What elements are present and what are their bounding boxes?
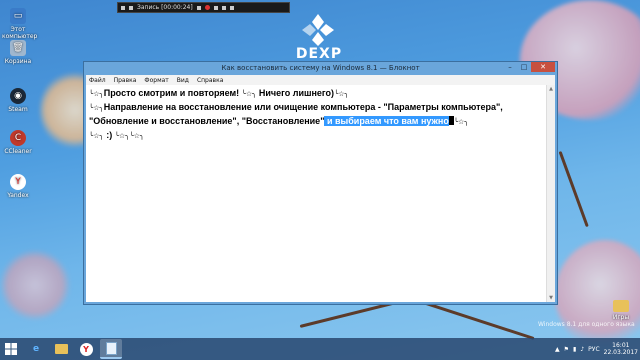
clock-time: 16:01 xyxy=(612,342,630,349)
recording-toolbar: Запись [00:00:24] xyxy=(117,2,290,13)
emoticon: ╰☆╮ xyxy=(89,133,104,140)
taskbar-notepad[interactable] xyxy=(100,339,122,359)
recording-status: Запись [00:00:24] xyxy=(137,4,193,11)
wallpaper-branch xyxy=(558,150,589,228)
desktop-icon-label: Yandex xyxy=(7,192,29,199)
title-bar[interactable]: Как восстановить систему на Windows 8.1 … xyxy=(84,62,557,75)
emoticon: ╰☆╮ xyxy=(114,133,130,140)
system-tray: ▲ ⚑ ▮ ♪ РУС 16:01 22.03.2017 xyxy=(555,338,638,360)
emoticon: ╰☆╮ xyxy=(89,105,104,112)
dexp-logo-text: DEXP xyxy=(295,46,343,62)
text-line: ╰☆╮Направление на восстановление или очи… xyxy=(89,101,544,115)
wallpaper-flower xyxy=(555,240,640,350)
maximize-button[interactable]: □ xyxy=(517,62,531,72)
ccleaner-icon: C xyxy=(10,130,26,146)
desktop-icon-label: Steam xyxy=(8,106,28,113)
folder-icon xyxy=(613,300,629,312)
menu-format[interactable]: Формат xyxy=(144,77,168,84)
windows-watermark: Windows 8.1 для одного языка xyxy=(538,321,635,328)
emoticon: ╰☆╮ xyxy=(89,91,104,98)
notepad-window: Как восстановить систему на Windows 8.1 … xyxy=(83,61,558,305)
desktop-icon-yandex[interactable]: Y Yandex xyxy=(2,174,34,199)
emoticon: ╰☆╮ xyxy=(334,91,349,98)
wallpaper-branch xyxy=(419,300,535,341)
recycle-bin-icon: 🗑 xyxy=(10,40,26,56)
menu-edit[interactable]: Правка xyxy=(114,77,137,84)
pause-icon[interactable] xyxy=(129,5,133,10)
scroll-down-icon[interactable]: ▼ xyxy=(547,294,555,302)
dexp-logo-icon xyxy=(302,14,334,46)
menu-help[interactable]: Справка xyxy=(197,77,223,84)
clock[interactable]: 16:01 22.03.2017 xyxy=(604,342,638,356)
desktop-icon-this-pc[interactable]: ▭ Этот компьютер xyxy=(2,8,38,40)
notepad-icon xyxy=(105,341,117,355)
record-icon[interactable] xyxy=(204,5,210,10)
minimize-button[interactable]: – xyxy=(503,62,517,72)
desktop-icon-label: Корзина xyxy=(4,58,32,65)
emoticon: ╰☆╮ xyxy=(129,133,145,140)
window-title: Как восстановить систему на Windows 8.1 … xyxy=(221,64,420,72)
text-editor[interactable]: ╰☆╮Просто смотрим и повторяем! ╰☆╮ Ничег… xyxy=(86,85,547,302)
menu-view[interactable]: Вид xyxy=(177,77,189,84)
text-line: "Обновление и восстановление", "Восстано… xyxy=(89,115,544,129)
stop-icon[interactable] xyxy=(213,5,218,10)
taskbar-yandex-browser[interactable]: Y xyxy=(75,339,97,359)
text-segment: Просто смотрим и повторяем! xyxy=(103,88,242,98)
camera-icon[interactable] xyxy=(221,5,226,10)
language-indicator[interactable]: РУС xyxy=(588,346,599,353)
flag-icon[interactable]: ⚑ xyxy=(564,346,569,353)
desktop-icon-label: Игры xyxy=(612,314,630,321)
ie-icon: e xyxy=(32,344,40,354)
menu-icon[interactable] xyxy=(121,5,125,10)
selected-text: и выбираем что вам нужно xyxy=(324,116,449,126)
vertical-scrollbar[interactable]: ▲ ▼ xyxy=(546,85,555,302)
text-segment: :) xyxy=(103,130,115,140)
desktop-icon-steam[interactable]: ◉ Steam xyxy=(2,88,34,113)
start-button[interactable] xyxy=(0,338,22,360)
volume-icon[interactable]: ♪ xyxy=(580,346,584,353)
desktop-icon-ccleaner[interactable]: C CCleaner xyxy=(2,130,34,155)
computer-icon: ▭ xyxy=(10,8,26,24)
text-line: ╰☆╮ :) ╰☆╮╰☆╮ xyxy=(89,129,544,143)
close-button[interactable]: ✕ xyxy=(531,62,555,72)
yandex-icon: Y xyxy=(10,174,26,190)
desktop-icon-label: Этот компьютер xyxy=(2,26,38,40)
taskbar: e Y ▲ ⚑ ▮ ♪ РУС 16:01 22.03.2017 xyxy=(0,338,640,360)
network-icon[interactable]: ▮ xyxy=(573,346,576,353)
windows-logo-icon xyxy=(5,343,17,355)
text-line: ╰☆╮Просто смотрим и повторяем! ╰☆╮ Ничег… xyxy=(89,87,544,101)
scroll-up-icon[interactable]: ▲ xyxy=(547,85,555,93)
desktop-icon-games[interactable]: Игры xyxy=(606,300,636,321)
folder-icon xyxy=(54,344,68,354)
wallpaper-flower xyxy=(0,250,70,320)
window-controls: – □ ✕ xyxy=(503,62,555,72)
emoticon: ╰☆╮ xyxy=(241,91,257,98)
desktop-icon-recycle-bin[interactable]: 🗑 Корзина xyxy=(2,40,34,65)
emoticon: ╰☆╮ xyxy=(453,119,469,126)
pen-icon[interactable] xyxy=(229,5,234,10)
taskbar-file-explorer[interactable] xyxy=(50,339,72,359)
yandex-icon: Y xyxy=(79,342,93,356)
desktop-icon-label: CCleaner xyxy=(4,148,32,155)
text-segment: Направление на восстановление или очищен… xyxy=(103,102,503,112)
text-segment: Ничего лишнего) xyxy=(256,88,335,98)
pause-button-icon[interactable] xyxy=(196,5,201,10)
clock-date: 22.03.2017 xyxy=(603,349,638,356)
menu-bar: Файл Правка Формат Вид Справка xyxy=(86,75,555,85)
text-segment: "Обновление и восстановление", "Восстано… xyxy=(89,116,325,126)
menu-file[interactable]: Файл xyxy=(89,77,106,84)
steam-icon: ◉ xyxy=(10,88,26,104)
taskbar-internet-explorer[interactable]: e xyxy=(25,339,47,359)
tray-arrow-icon[interactable]: ▲ xyxy=(555,346,560,353)
